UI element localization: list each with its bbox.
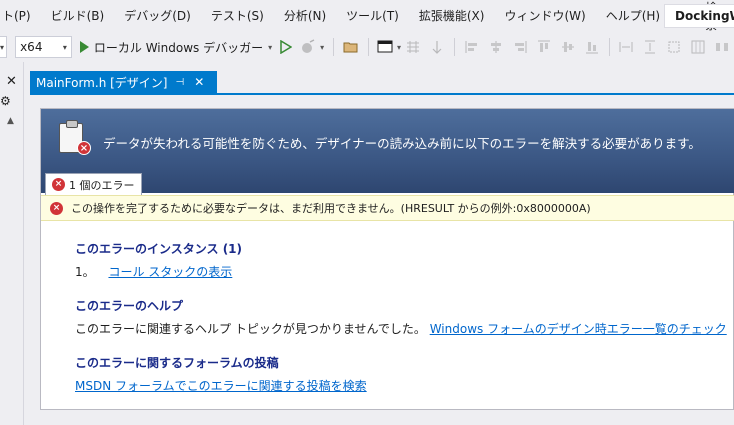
error-message-banner: × この操作を完了するために必要なデータは、まだ利用できません。(HRESULT… xyxy=(41,195,734,221)
menu-test[interactable]: テスト(S) xyxy=(201,0,274,32)
align-left-icon xyxy=(465,41,477,53)
chevron-up-icon[interactable]: ▲ xyxy=(7,116,14,126)
size-grid-icon xyxy=(691,40,705,54)
help-text: このエラーに関連するヘルプ トピックが見つかりませんでした。 xyxy=(75,322,426,336)
chevron-down-icon: ▾ xyxy=(268,42,273,52)
play-icon xyxy=(79,41,89,53)
error-icon: × xyxy=(77,141,91,155)
size-to-grid-button[interactable] xyxy=(429,39,445,55)
menu-analyze[interactable]: 分析(N) xyxy=(274,0,336,32)
size-to-grid-button-2[interactable] xyxy=(690,39,706,55)
anchor-icon xyxy=(432,41,442,54)
same-height-icon xyxy=(645,40,655,54)
platform-combo[interactable]: x64 ▾ xyxy=(15,36,72,58)
help-section: このエラーのヘルプ このエラーに関連するヘルプ トピックが見つかりませんでした。… xyxy=(75,297,727,337)
solution-title: DockingW xyxy=(664,4,734,28)
config-combo[interactable]: ▾ xyxy=(0,36,8,58)
tab-mainform-design[interactable]: MainForm.h [デザイン] ⊣ ✕ xyxy=(30,71,217,93)
msdn-forum-link[interactable]: MSDN フォーラムでこのエラーに関連する投稿を検索 xyxy=(75,379,367,393)
platform-value: x64 xyxy=(20,40,43,54)
chevron-down-icon: ▾ xyxy=(397,42,402,52)
instance-number: 1。 xyxy=(75,265,95,279)
grid-icon xyxy=(407,41,420,53)
instances-section: このエラーのインスタンス (1) 1。 コール スタックの表示 xyxy=(75,240,242,280)
align-center-button[interactable] xyxy=(488,39,504,55)
folder-icon xyxy=(343,42,358,53)
menu-tools[interactable]: ツール(T) xyxy=(336,0,409,32)
chevron-down-icon: ▾ xyxy=(320,42,325,52)
align-left-button[interactable] xyxy=(464,39,480,55)
make-same-size-button[interactable] xyxy=(666,39,682,55)
menu-help[interactable]: ヘルプ(H) xyxy=(596,0,670,32)
run-label: ローカル Windows デバッガー xyxy=(93,40,264,55)
document-area: MainForm.h [デザイン] ⊣ ✕ × データが失われる可能性を防ぐため… xyxy=(24,62,734,425)
spacing-icon xyxy=(716,43,728,51)
window-layout-button[interactable] xyxy=(377,39,393,55)
error-count-tab[interactable]: × 1 個のエラー xyxy=(45,173,142,195)
open-folder-button[interactable] xyxy=(343,39,359,55)
horizontal-spacing-button[interactable] xyxy=(714,39,730,55)
align-middle-icon xyxy=(561,42,574,52)
menu-extensions[interactable]: 拡張機能(X) xyxy=(409,0,495,32)
start-debugging-button[interactable]: ローカル Windows デバッガー ▾ xyxy=(79,39,273,56)
help-title: このエラーのヘルプ xyxy=(75,299,184,313)
window-icon xyxy=(377,40,393,53)
align-top-icon xyxy=(537,40,550,52)
align-top-button[interactable] xyxy=(536,39,552,55)
make-same-height-button[interactable] xyxy=(642,39,658,55)
document-tab-row: MainForm.h [デザイン] ⊣ ✕ xyxy=(24,71,734,93)
align-center-icon xyxy=(490,41,501,53)
error-message: この操作を完了するために必要なデータは、まだ利用できません。(HRESULT か… xyxy=(71,202,591,215)
design-time-errors-link[interactable]: Windows フォームのデザイン時エラー一覧のチェック xyxy=(430,322,727,336)
call-stack-link[interactable]: コール スタックの表示 xyxy=(108,265,232,279)
settings-icon[interactable]: ⚙ xyxy=(0,94,11,108)
menu-project[interactable]: ト(P) xyxy=(0,0,41,32)
menu-debug[interactable]: デバッグ(D) xyxy=(114,0,201,32)
play-outline-icon xyxy=(280,40,293,54)
error-count-label: 1 個のエラー xyxy=(69,178,135,192)
align-bottom-button[interactable] xyxy=(584,39,600,55)
menu-window[interactable]: ウィンドウ(W) xyxy=(494,0,595,32)
instances-body: 1。 コール スタックの表示 xyxy=(75,263,242,280)
error-header: × データが失われる可能性を防ぐため、デザイナーの読み込み前に以下のエラーを解決… xyxy=(41,109,734,195)
close-icon[interactable]: ✕ xyxy=(6,74,17,89)
forum-section: このエラーに関するフォーラムの投稿 MSDN フォーラムでこのエラーに関連する投… xyxy=(75,354,367,394)
tab-label: MainForm.h [デザイン] xyxy=(36,75,168,90)
header-message: データが失われる可能性を防ぐため、デザイナーの読み込み前に以下のエラーを解決する… xyxy=(103,136,701,151)
align-bottom-icon xyxy=(585,42,598,54)
forum-body: MSDN フォーラムでこのエラーに関連する投稿を検索 xyxy=(75,377,367,394)
align-middle-button[interactable] xyxy=(560,39,576,55)
error-icon: × xyxy=(52,178,65,191)
same-width-icon xyxy=(619,42,633,52)
attach-button[interactable] xyxy=(300,39,316,55)
align-right-icon xyxy=(514,41,527,53)
left-tool-window: ✕ ⚙ ▲ xyxy=(0,62,24,425)
chevron-down-icon: ▾ xyxy=(62,42,67,52)
start-without-debugging-button[interactable] xyxy=(280,39,293,55)
same-size-icon xyxy=(668,41,680,53)
designer-error-panel: × データが失われる可能性を防ぐため、デザイナーの読み込み前に以下のエラーを解決… xyxy=(40,108,734,410)
chevron-down-icon: ▾ xyxy=(0,42,5,52)
error-icon: × xyxy=(50,201,63,215)
help-body: このエラーに関連するヘルプ トピックが見つかりませんでした。 Windows フ… xyxy=(75,320,727,337)
tab-underline xyxy=(30,93,734,95)
make-same-width-button[interactable] xyxy=(618,39,634,55)
menu-build[interactable]: ビルド(B) xyxy=(41,0,115,32)
menu-bar: ト(P) ビルド(B) デバッグ(D) テスト(S) 分析(N) ツール(T) … xyxy=(0,0,734,32)
instances-title: このエラーのインスタンス (1) xyxy=(75,242,243,256)
toolbar: ▾ x64 ▾ ローカル Windows デバッガー ▾ ▾ ▾ xyxy=(0,32,734,62)
align-right-button[interactable] xyxy=(512,39,528,55)
pin-icon[interactable]: ⊣ xyxy=(175,77,184,88)
close-icon[interactable]: ✕ xyxy=(194,75,204,89)
forum-title: このエラーに関するフォーラムの投稿 xyxy=(75,356,279,370)
attach-icon xyxy=(302,39,315,53)
tab-order-button[interactable] xyxy=(405,39,421,55)
